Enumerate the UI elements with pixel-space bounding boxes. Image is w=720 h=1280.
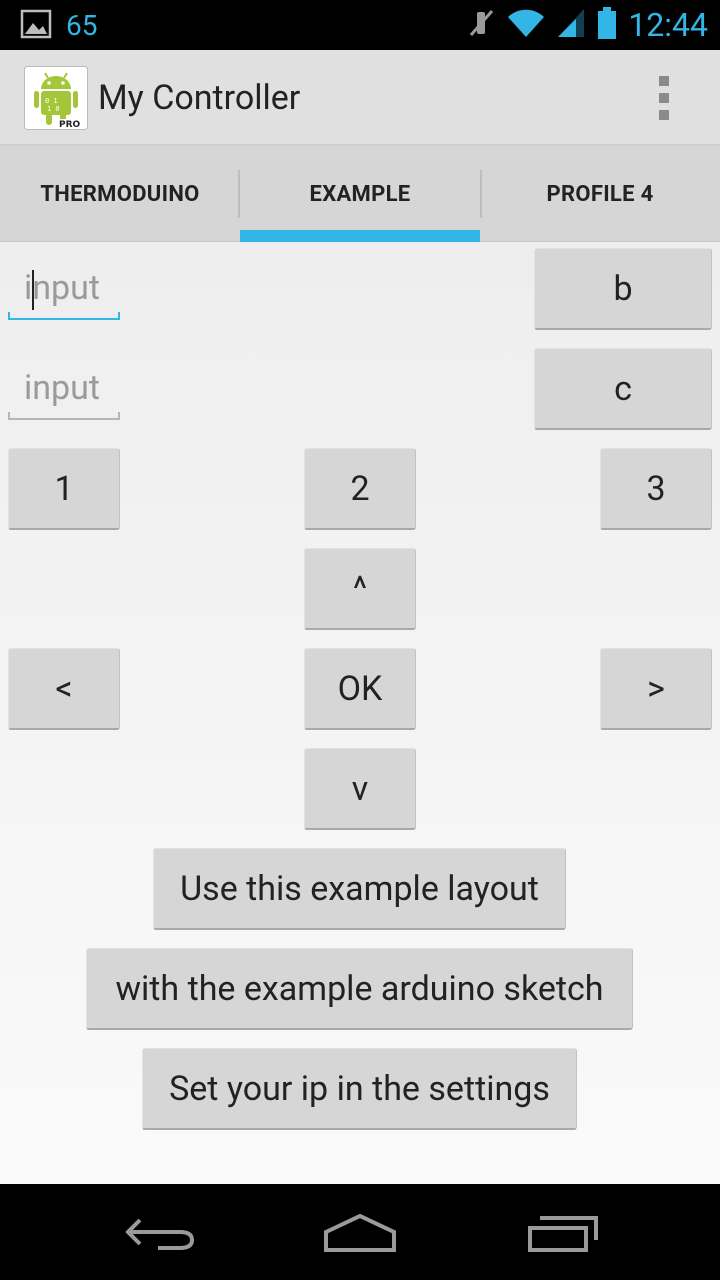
clock: 12:44 xyxy=(628,6,708,44)
mute-icon xyxy=(468,7,496,43)
app-title: My Controller xyxy=(98,78,301,118)
tab-profile-4[interactable]: PROFILE 4 xyxy=(480,146,720,242)
button-right[interactable]: > xyxy=(600,648,712,730)
tab-bar: THERMODUINO EXAMPLE PROFILE 4 xyxy=(0,146,720,242)
status-left: 65 xyxy=(20,8,97,44)
tab-thermoduino[interactable]: THERMODUINO xyxy=(0,146,240,242)
svg-text:PRO: PRO xyxy=(59,120,81,129)
button-down[interactable]: v xyxy=(304,748,416,830)
image-notification-icon xyxy=(20,8,52,44)
input-underline-focused xyxy=(8,312,120,320)
wifi-icon xyxy=(506,7,546,43)
signal-icon xyxy=(556,7,586,43)
navigation-bar xyxy=(0,1184,720,1280)
recent-apps-icon[interactable] xyxy=(526,1212,602,1260)
input-2[interactable] xyxy=(8,356,120,420)
android-pro-icon[interactable]: 0 1 1 0 PRO xyxy=(24,66,88,130)
button-left[interactable]: < xyxy=(8,648,120,730)
input-field-2[interactable] xyxy=(8,356,120,420)
notification-count: 65 xyxy=(66,9,98,42)
tab-example[interactable]: EXAMPLE xyxy=(240,146,480,242)
button-ok[interactable]: OK xyxy=(304,648,416,730)
button-c[interactable]: c xyxy=(534,348,712,430)
button-3[interactable]: 3 xyxy=(600,448,712,530)
button-1[interactable]: 1 xyxy=(8,448,120,530)
input-1[interactable] xyxy=(8,256,120,320)
button-example-arduino-sketch[interactable]: with the example arduino sketch xyxy=(86,948,633,1030)
button-up[interactable]: ^ xyxy=(304,548,416,630)
input-field-1[interactable] xyxy=(8,256,120,320)
button-b[interactable]: b xyxy=(534,248,712,330)
input-underline xyxy=(8,412,120,420)
button-set-ip-settings[interactable]: Set your ip in the settings xyxy=(142,1048,577,1130)
battery-icon xyxy=(596,6,618,44)
status-right: 12:44 xyxy=(468,6,708,44)
button-use-example-layout[interactable]: Use this example layout xyxy=(153,848,566,930)
overflow-menu-icon[interactable] xyxy=(652,76,676,120)
back-icon[interactable] xyxy=(122,1212,198,1260)
status-bar: 65 12:44 xyxy=(0,0,720,50)
action-bar: 0 1 1 0 PRO My Controller xyxy=(0,50,720,146)
svg-text:1 0: 1 0 xyxy=(47,105,60,113)
controller-layout: b c 1 2 3 ^ < OK > v Use this example la… xyxy=(0,242,720,1184)
selected-tab-indicator xyxy=(240,230,480,242)
button-2[interactable]: 2 xyxy=(304,448,416,530)
text-cursor xyxy=(32,270,34,310)
home-icon[interactable] xyxy=(322,1212,398,1260)
svg-text:0 1: 0 1 xyxy=(45,97,58,105)
